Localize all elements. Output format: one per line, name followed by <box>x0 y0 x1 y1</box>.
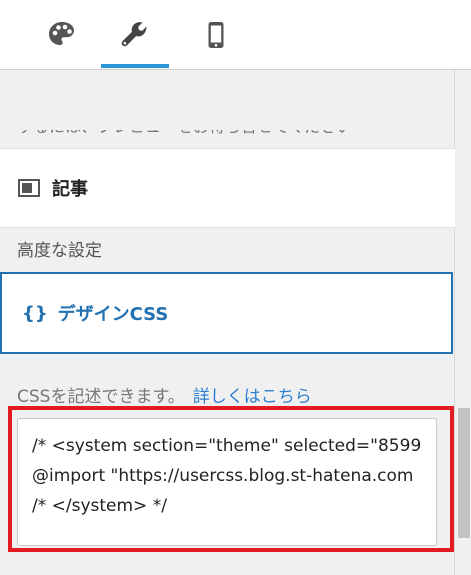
css-description-text: CSSを記述できます。 <box>17 387 185 407</box>
section-design-css[interactable]: {} デザインCSS <box>0 272 453 354</box>
css-line-3: /* </system> */ <box>32 496 167 516</box>
article-icon <box>18 179 40 197</box>
palette-icon <box>49 22 74 45</box>
active-tab-indicator <box>101 64 169 68</box>
tab-customize[interactable] <box>101 0 169 70</box>
css-editor-textarea[interactable]: /* <system section="theme" selected="859… <box>17 418 437 546</box>
customizer-tab-bar <box>0 0 471 70</box>
braces-icon: {} <box>22 302 48 324</box>
wrench-icon <box>121 22 147 47</box>
smartphone-icon <box>208 22 224 48</box>
scrollbar-thumb[interactable] <box>458 408 470 538</box>
section-design-css-label: デザインCSS <box>57 304 169 325</box>
details-link[interactable]: 詳しくはこちら <box>193 387 312 407</box>
section-article-label: 記事 <box>52 179 88 200</box>
css-line-1: /* <system section="theme" selected="859… <box>32 436 422 456</box>
tab-design[interactable] <box>30 0 94 70</box>
css-line-2: @import "https://usercss.blog.st-hatena.… <box>32 466 414 486</box>
advanced-settings-heading: 高度な設定 <box>17 241 102 261</box>
preview-note-line1: するには、プレビューをお待ち合せてください <box>17 130 353 138</box>
section-article[interactable]: 記事 <box>0 148 455 228</box>
css-description: CSSを記述できます。 詳しくはこちら <box>17 382 312 407</box>
tab-smartphone[interactable] <box>184 0 248 70</box>
